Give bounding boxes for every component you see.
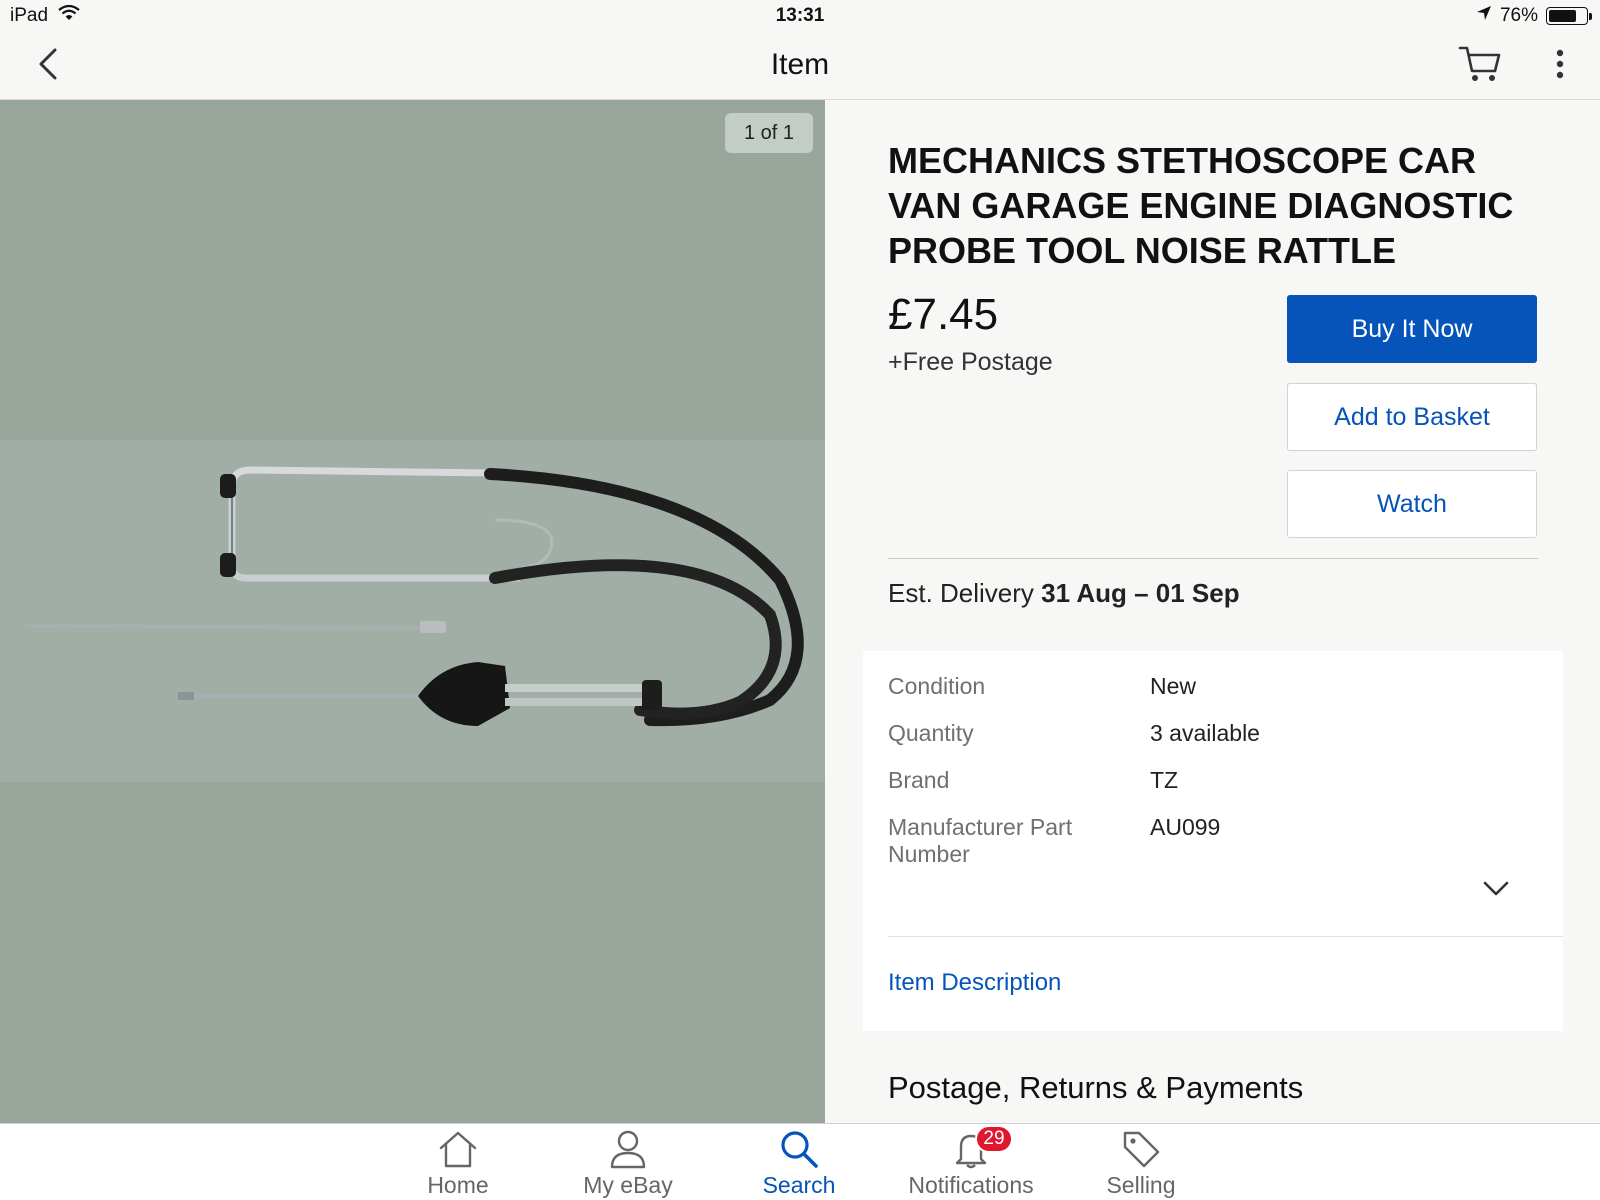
item-specifics-card: Condition New Quantity 3 available Brand… (863, 651, 1563, 1031)
divider (888, 558, 1538, 559)
item-details-panel: MECHANICS STETHOSCOPE CAR VAN GARAGE ENG… (825, 100, 1600, 1123)
cart-icon (1458, 44, 1502, 89)
card-divider (888, 936, 1563, 937)
tab-label: My eBay (583, 1172, 673, 1198)
delivery-label: Est. Delivery (888, 578, 1034, 608)
bottom-tab-bar: Home My eBay Search 29 Notifications Sel… (0, 1123, 1600, 1200)
watch-button[interactable]: Watch (1287, 470, 1537, 538)
status-bar: iPad 13:31 76% (0, 0, 1600, 34)
tab-label: Notifications (908, 1172, 1034, 1198)
spec-value: TZ (1150, 767, 1179, 793)
cart-button[interactable] (1452, 42, 1508, 90)
home-icon (436, 1128, 480, 1170)
tab-search[interactable]: Search (729, 1128, 869, 1200)
more-options-button[interactable] (1540, 42, 1580, 90)
spec-label: Condition (888, 673, 986, 699)
more-vertical-icon (1555, 49, 1565, 84)
item-price: £7.45 (888, 290, 999, 339)
user-icon (606, 1128, 650, 1170)
buy-it-now-button[interactable]: Buy It Now (1287, 295, 1537, 363)
tag-icon (1119, 1128, 1163, 1170)
page-title: Item (770, 48, 830, 81)
tab-my-ebay[interactable]: My eBay (558, 1128, 698, 1200)
tab-notifications[interactable]: 29 Notifications (901, 1125, 1041, 1200)
stethoscope-illustration (24, 466, 804, 727)
search-icon (777, 1128, 821, 1170)
tab-label: Selling (1106, 1172, 1176, 1198)
item-photo[interactable] (0, 440, 825, 782)
spec-value: AU099 (1150, 814, 1221, 840)
item-image-gallery[interactable]: 1 of 1 (0, 100, 825, 1123)
item-description-link[interactable]: Item Description (888, 969, 1061, 997)
spec-label: Quantity (888, 720, 974, 746)
navigation-bar: Item (0, 34, 1600, 100)
delivery-dates: 31 Aug – 01 Sep (1041, 578, 1240, 608)
battery-icon (1546, 7, 1592, 25)
tab-label: Search (762, 1172, 836, 1198)
notification-count-badge: 29 (975, 1125, 1013, 1153)
postage-cost: +Free Postage (888, 348, 1053, 376)
expand-specifics-button[interactable] (1478, 873, 1514, 909)
status-time: 13:31 (775, 5, 825, 26)
image-counter: 1 of 1 (725, 113, 813, 153)
tab-home[interactable]: Home (388, 1128, 528, 1200)
spec-label: Manufacturer Part Number (888, 814, 1073, 867)
add-to-basket-button[interactable]: Add to Basket (1287, 383, 1537, 451)
chevron-down-icon (1483, 881, 1509, 902)
battery-percent: 76% (1499, 5, 1538, 26)
status-right: 76% (1476, 5, 1592, 27)
spec-label: Brand (888, 767, 950, 793)
tab-label: Home (427, 1172, 489, 1198)
location-arrow-icon (1476, 5, 1492, 27)
estimated-delivery: Est. Delivery 31 Aug – 01 Sep (888, 578, 1240, 609)
bell-icon: 29 (949, 1125, 1013, 1170)
spec-value: 3 available (1150, 720, 1260, 746)
spec-value: New (1150, 673, 1197, 699)
battery-fill (1549, 10, 1577, 22)
tab-selling[interactable]: Selling (1071, 1128, 1211, 1200)
item-title: MECHANICS STETHOSCOPE CAR VAN GARAGE ENG… (888, 140, 1514, 271)
postage-returns-payments-heading[interactable]: Postage, Returns & Payments (888, 1070, 1303, 1106)
